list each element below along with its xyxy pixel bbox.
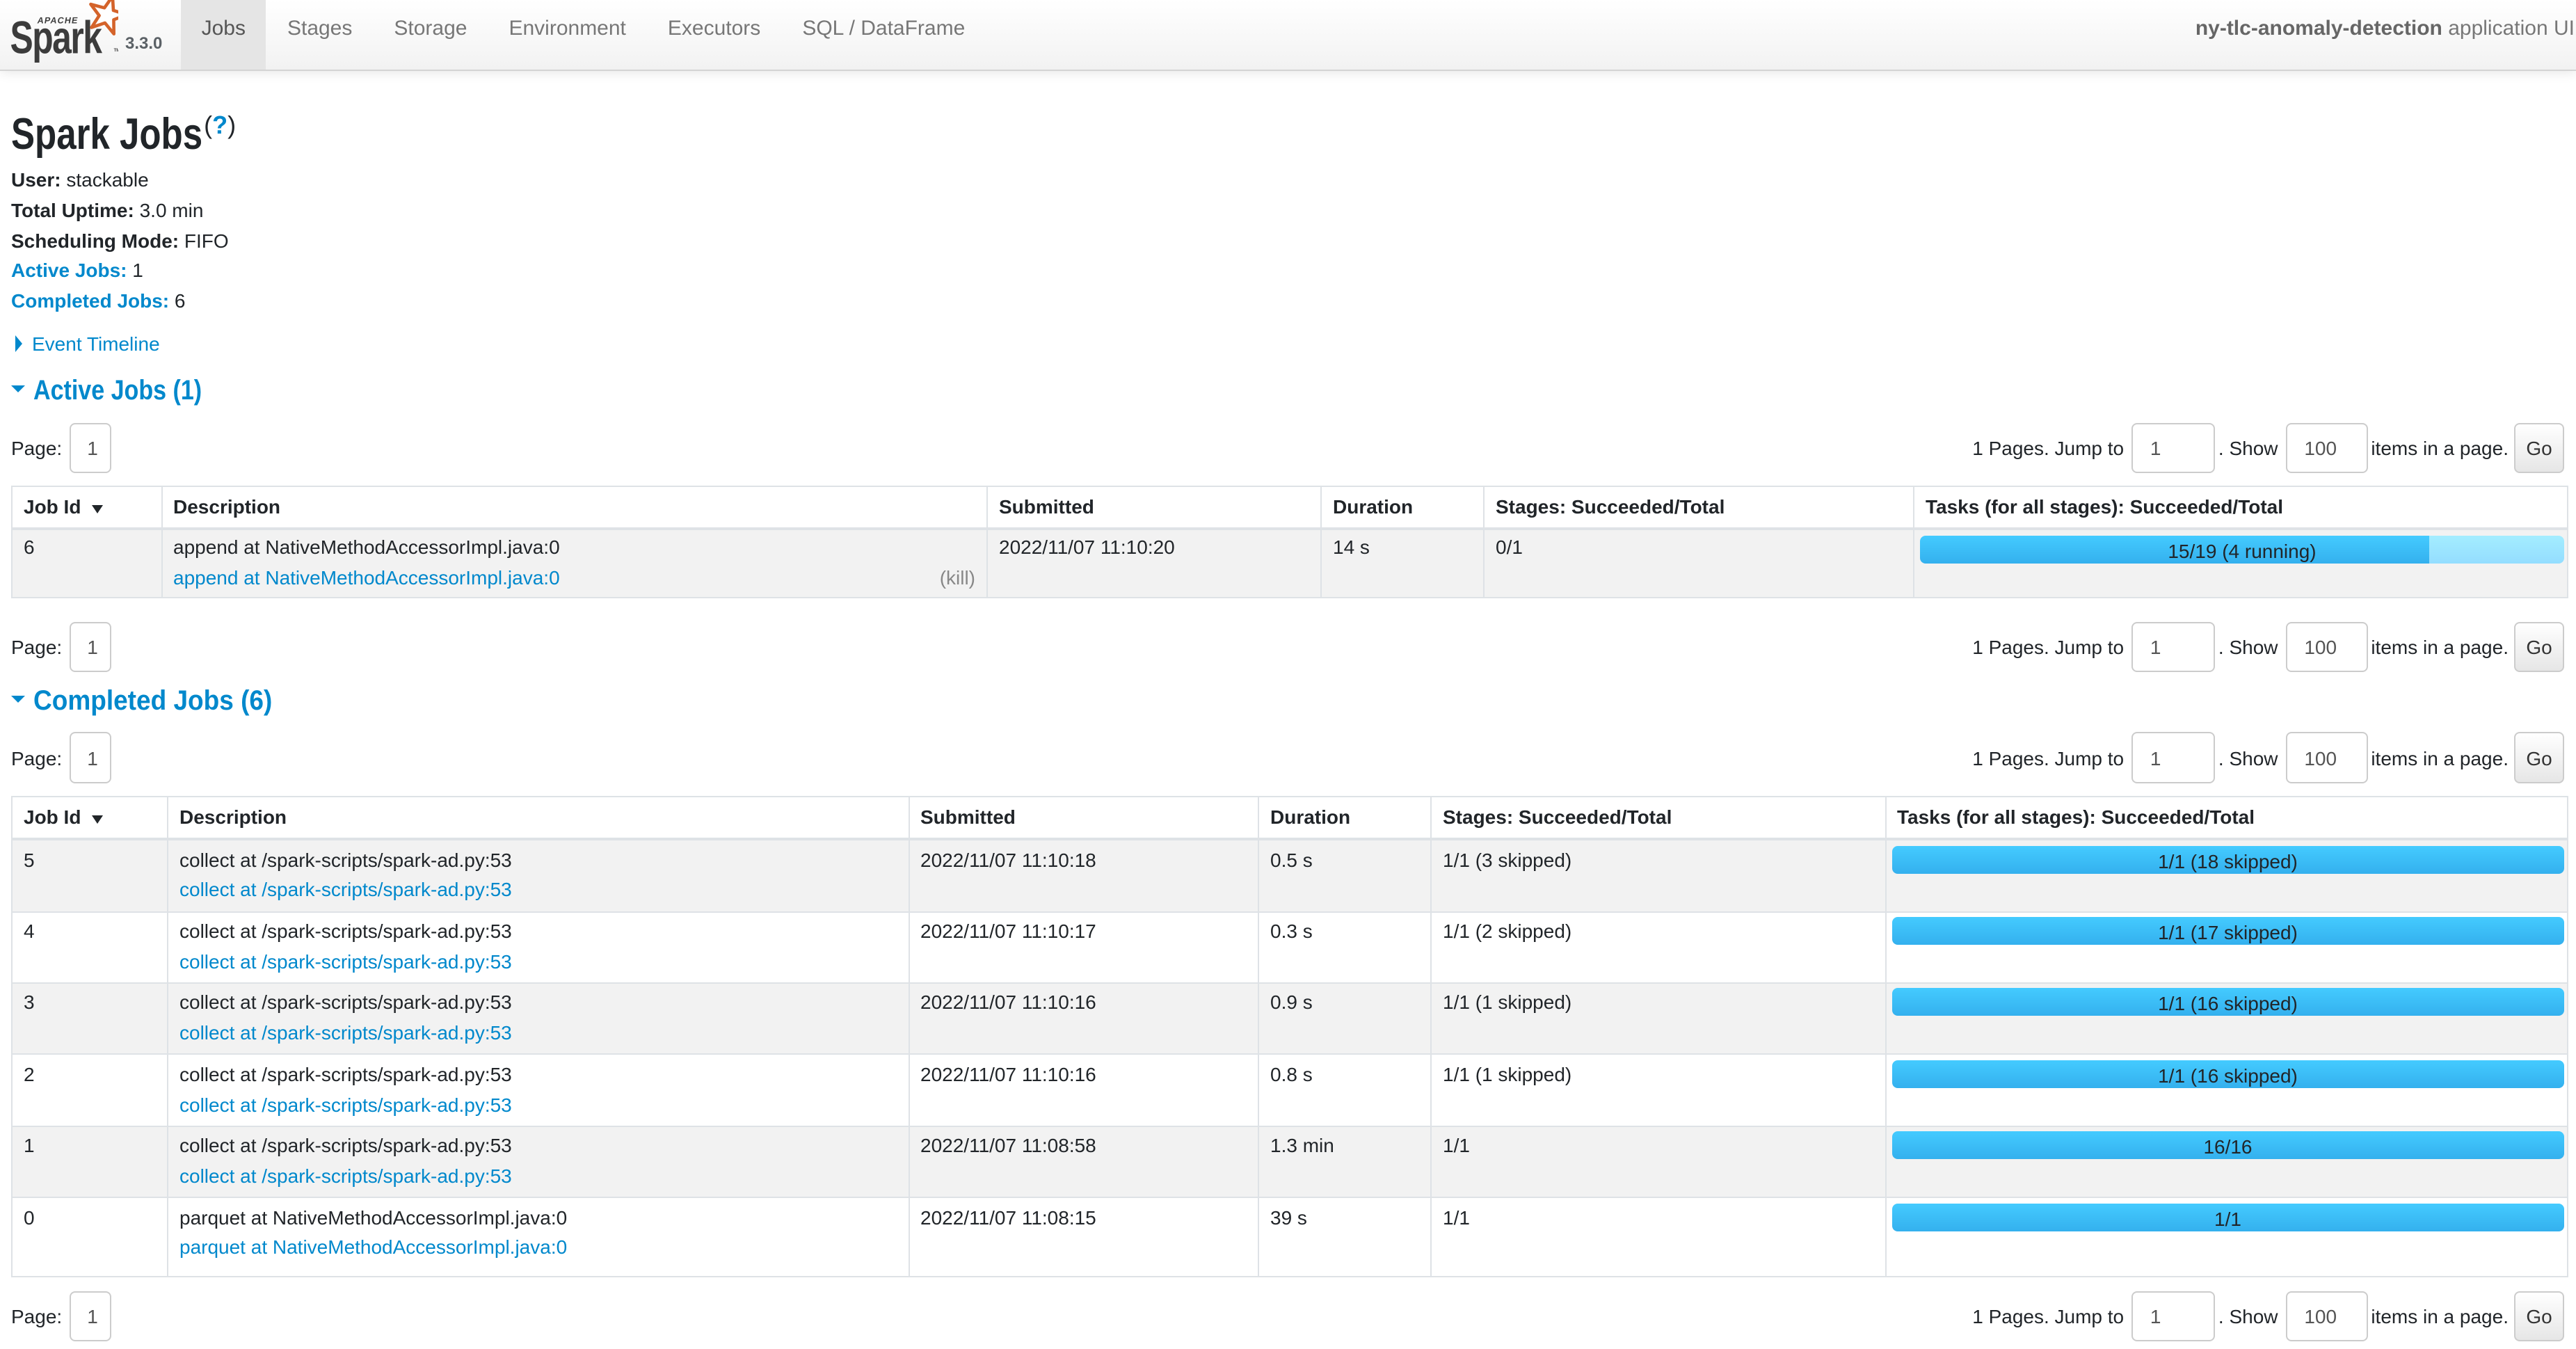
svg-text:Spark: Spark: [11, 13, 102, 63]
svg-text:TM: TM: [114, 49, 118, 53]
